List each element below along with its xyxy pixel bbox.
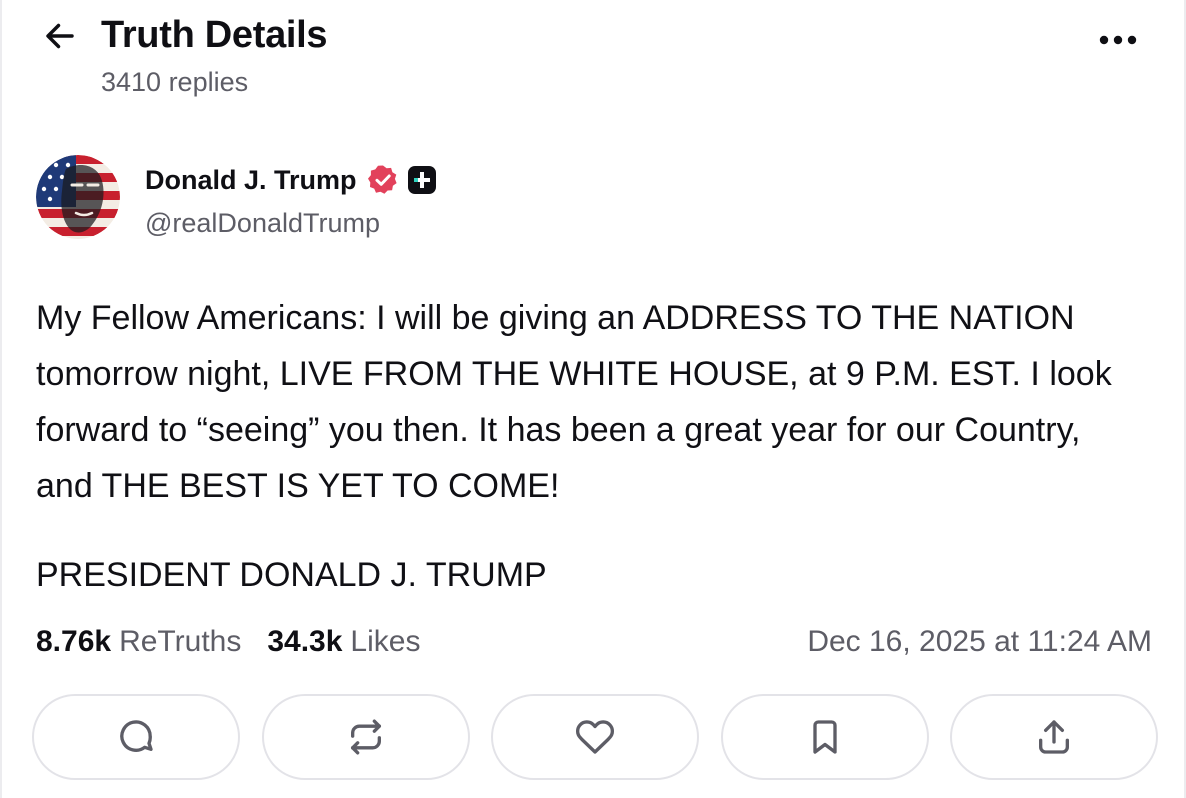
author-name-row: Donald J. Trump [145, 160, 437, 200]
retruth-button[interactable] [261, 694, 470, 780]
author-name[interactable]: Donald J. Trump [145, 162, 357, 198]
post-signature: PRESIDENT DONALD J. TRUMP [36, 556, 547, 594]
post-content: My Fellow Americans: I will be giving an… [36, 290, 1146, 603]
post-text: My Fellow Americans: I will be giving an… [36, 299, 1112, 505]
post-timestamp: Dec 16, 2025 at 11:24 AM [807, 625, 1152, 658]
bookmark-icon [805, 717, 845, 757]
share-button[interactable] [950, 694, 1158, 780]
share-icon [1034, 717, 1074, 757]
reply-icon [116, 717, 156, 757]
verified-badge-icon [367, 164, 399, 196]
retruths-count: 8.76k [36, 625, 112, 658]
more-horizontal-icon [1098, 34, 1138, 46]
bookmark-button[interactable] [720, 694, 929, 780]
retruths-label: ReTruths [119, 625, 242, 658]
action-bar [32, 694, 1158, 784]
like-button[interactable] [491, 694, 699, 780]
truth-details-page: Truth Details 3410 replies Donald J. Tru… [0, 0, 1186, 798]
retruths-stat[interactable]: 8.76k ReTruths [36, 625, 241, 659]
author-handle[interactable]: @realDonaldTrump [145, 205, 380, 241]
header: Truth Details 3410 replies [2, 0, 1184, 110]
arrow-left-icon [42, 18, 78, 54]
avatar[interactable] [36, 155, 120, 239]
retruth-icon [346, 717, 386, 757]
reply-button[interactable] [32, 694, 240, 780]
likes-label: Likes [350, 625, 421, 658]
likes-count: 34.3k [267, 625, 343, 658]
more-options-button[interactable] [1088, 20, 1148, 60]
likes-stat[interactable]: 34.3k Likes [267, 625, 420, 659]
truth-plus-badge-icon [407, 165, 437, 195]
replies-count: 3410 replies [101, 67, 249, 97]
heart-icon [575, 717, 615, 757]
post-stats: 8.76k ReTruths 34.3k Likes Dec 16, 2025 … [36, 622, 1152, 662]
page-title: Truth Details [101, 14, 328, 56]
author-row: Donald J. Trump @realDonaldTrump [2, 150, 1184, 245]
back-button[interactable] [36, 12, 84, 60]
